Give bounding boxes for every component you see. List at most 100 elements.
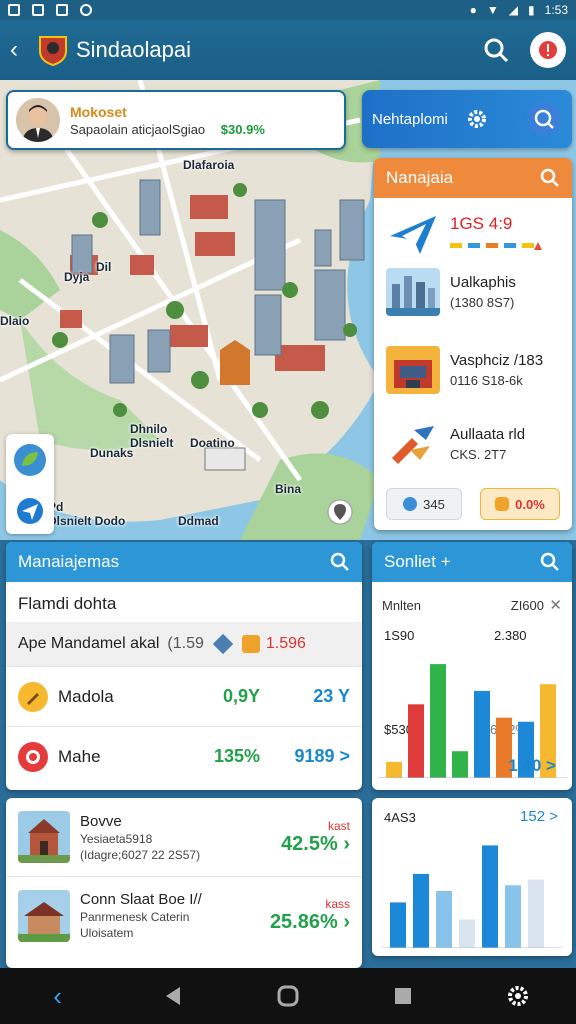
map-label: Dlsnielt <box>130 436 174 450</box>
back-arrow-icon[interactable]: ‹ <box>10 36 32 64</box>
sorted-header: Sonliet + <box>372 542 572 582</box>
count-value: 345 <box>423 496 445 512</box>
navigate-icon[interactable] <box>15 496 45 526</box>
notification-button[interactable] <box>530 32 566 68</box>
list-title: Nanajaia <box>386 168 454 187</box>
place-desc: Panrmenesk Caterin <box>80 910 190 924</box>
list-item[interactable]: 1GS 4:9 <box>386 210 546 258</box>
place-percent: 25.86% › <box>270 911 350 934</box>
place-desc: (Idagre;6027 22 2S57) <box>80 847 201 862</box>
wifi-icon: ▼ <box>486 3 499 17</box>
settings-icon[interactable] <box>466 108 488 130</box>
chart-bar <box>386 761 402 778</box>
app-title: Sindaolapai <box>76 37 191 62</box>
profile-value: $30.9% <box>220 121 265 137</box>
list-item[interactable]: Vasphciz /183 0116 S18-6k <box>386 346 543 394</box>
list-item-subtitle: CKS. 2T7 <box>450 447 507 462</box>
stat-row[interactable]: Mahe 135% 9189 > <box>6 726 362 786</box>
summary-label: Ape Mandamel akal <box>18 635 160 652</box>
app-logo-icon <box>39 36 67 67</box>
list-header: Nanajaia <box>374 158 572 198</box>
color-legend-icon <box>450 242 542 250</box>
stat-number: 9189 > <box>294 746 350 766</box>
church-thumbnail <box>18 811 70 863</box>
place-tag: kast <box>327 818 350 833</box>
places-card: Bovve Yesiaeta5918 (Idagre;6027 22 2S57)… <box>6 798 362 968</box>
list-item[interactable]: Ualkaphis (1380 8S7) <box>386 268 516 316</box>
search-icon[interactable] <box>330 552 350 572</box>
chart-bar <box>408 704 424 778</box>
city-skyline-thumbnail <box>386 268 440 316</box>
status-left-icons <box>8 4 92 16</box>
search-icon[interactable] <box>526 101 562 137</box>
stat-row[interactable]: Madola 0,9Y 23 Y <box>6 666 362 726</box>
chevron-right-icon[interactable]: › <box>338 911 350 933</box>
list-item-title: Ualkaphis <box>450 274 516 291</box>
orange-dot-icon <box>495 497 510 511</box>
back-chevron-icon[interactable]: ‹ <box>45 981 71 1011</box>
chevron-right-icon[interactable]: › <box>338 833 350 855</box>
search-icon[interactable] <box>540 168 560 188</box>
chart-bar <box>505 885 521 948</box>
map-label: Dyja <box>64 270 90 284</box>
list-item[interactable]: Conn Slaat Boe I// Panrmenesk Caterin Ul… <box>6 876 362 954</box>
profile-name: Mokoset <box>70 103 127 120</box>
map-label: Doatino <box>190 436 235 450</box>
building-thumbnail <box>386 346 440 394</box>
place-tag: kass <box>325 897 350 911</box>
system-nav-bar: ‹ <box>0 968 576 1024</box>
profile-card[interactable]: Mokoset Sapaolain aticjaolSgiao $30.9% <box>6 90 346 150</box>
recents-icon[interactable] <box>390 983 416 1009</box>
settings-gear-icon[interactable] <box>505 983 531 1009</box>
sorted-title: Sonliet + <box>384 552 451 571</box>
place-percent-value: 25.86% <box>269 911 338 933</box>
count-pill[interactable]: 345 <box>386 488 462 520</box>
stat-label: Madola <box>58 686 114 706</box>
app-root: ● ▼ ◢ ▮ 1:53 ‹ Sindaolapai Dlafaroia Dyj… <box>0 0 576 1024</box>
map-label: Dlaio <box>0 314 30 328</box>
search-icon[interactable] <box>540 552 560 572</box>
home-icon[interactable] <box>275 983 301 1009</box>
percent-pill[interactable]: 0.0% <box>480 488 560 520</box>
list-item-title: Vasphciz /183 <box>450 352 544 369</box>
profile-subtitle: Sapaolain aticjaolSgiao $30.9% <box>70 122 336 137</box>
places-list-card: Nanajaia 1GS 4:9 Ualkaphis (1380 8S7) Va… <box>374 158 572 530</box>
chart-bar <box>528 879 544 948</box>
navigation-panel-button[interactable]: Nehtaplomi <box>362 90 572 148</box>
map-label: Dlafaroia <box>183 158 235 172</box>
management-title: Manaiajemas <box>18 552 120 571</box>
compass-icon <box>390 216 436 254</box>
summary-value: (1.59 <box>167 635 204 652</box>
list-item-subtitle: 0116 S18-6k <box>450 373 523 388</box>
person-icon <box>16 98 60 142</box>
map-pin-icon[interactable] <box>326 498 354 526</box>
layers-icon <box>212 633 234 655</box>
leaf-icon[interactable] <box>12 442 48 478</box>
search-icon[interactable] <box>482 36 510 64</box>
close-icon[interactable]: ✕ <box>549 596 562 614</box>
list-item[interactable]: Bovve Yesiaeta5918 (Idagre;6027 22 2S57)… <box>6 798 362 876</box>
back-triangle-icon[interactable] <box>160 983 186 1009</box>
map-label: Dunaks <box>90 446 134 460</box>
blue-dot-icon <box>403 497 418 511</box>
chart-bar <box>390 902 406 948</box>
chart-right-label[interactable]: 152 > <box>520 808 558 825</box>
navigation-label: Nehtaplomi <box>372 110 448 128</box>
message-icon <box>56 4 68 16</box>
bar-chart-2 <box>382 845 562 948</box>
map-side-widget[interactable] <box>6 434 54 534</box>
profile-subtitle-text: Sapaolain aticjaolSgiao <box>70 121 206 137</box>
location-icon: ● <box>469 3 477 17</box>
avatar <box>16 98 60 142</box>
stat-label: Mahe <box>58 746 101 766</box>
place-name: Conn Slaat Boe I// <box>80 891 202 908</box>
summary-row[interactable]: Ape Mandamel akal (1.59 1.596 <box>6 622 362 666</box>
chart-bar <box>436 891 452 948</box>
chart-footer-value[interactable]: 1,40 > <box>508 756 556 776</box>
place-desc: Yesiaeta5918 <box>80 831 153 846</box>
chart-right-label: ZI600 <box>510 598 544 613</box>
list-item[interactable]: Aullaata rld CKS. 2T7 <box>386 420 525 468</box>
chart-left-label: Mnlten <box>382 598 422 613</box>
map-label: Dil <box>96 260 112 274</box>
place-percent-value: 42.5% <box>281 832 338 855</box>
